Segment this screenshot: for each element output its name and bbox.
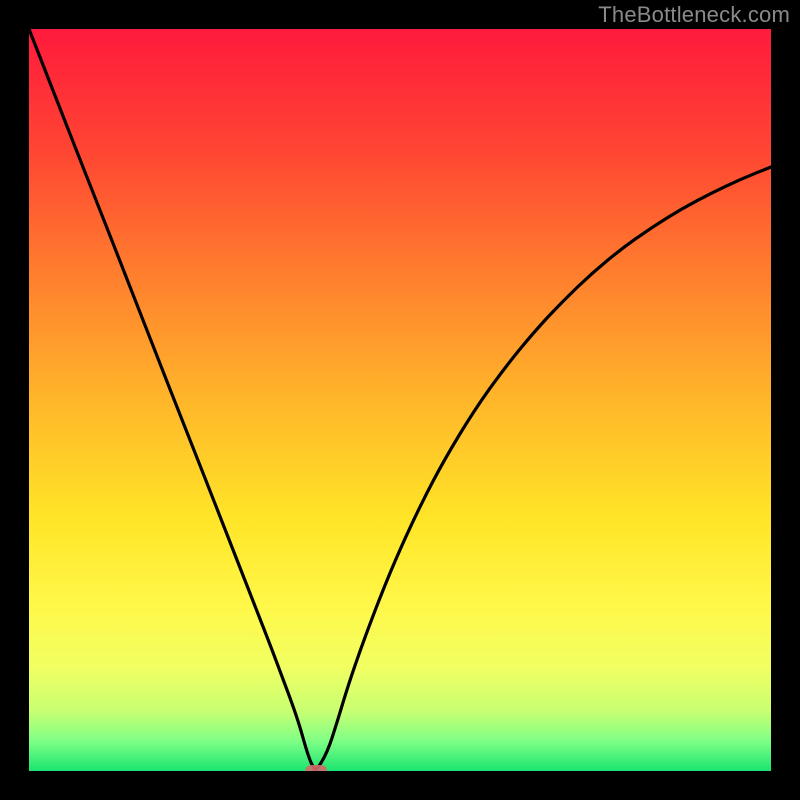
gradient-background [29, 29, 771, 771]
min-marker [305, 765, 327, 771]
watermark-text: TheBottleneck.com [598, 2, 790, 28]
chart-svg [29, 29, 771, 771]
chart-plot-area [29, 29, 771, 771]
